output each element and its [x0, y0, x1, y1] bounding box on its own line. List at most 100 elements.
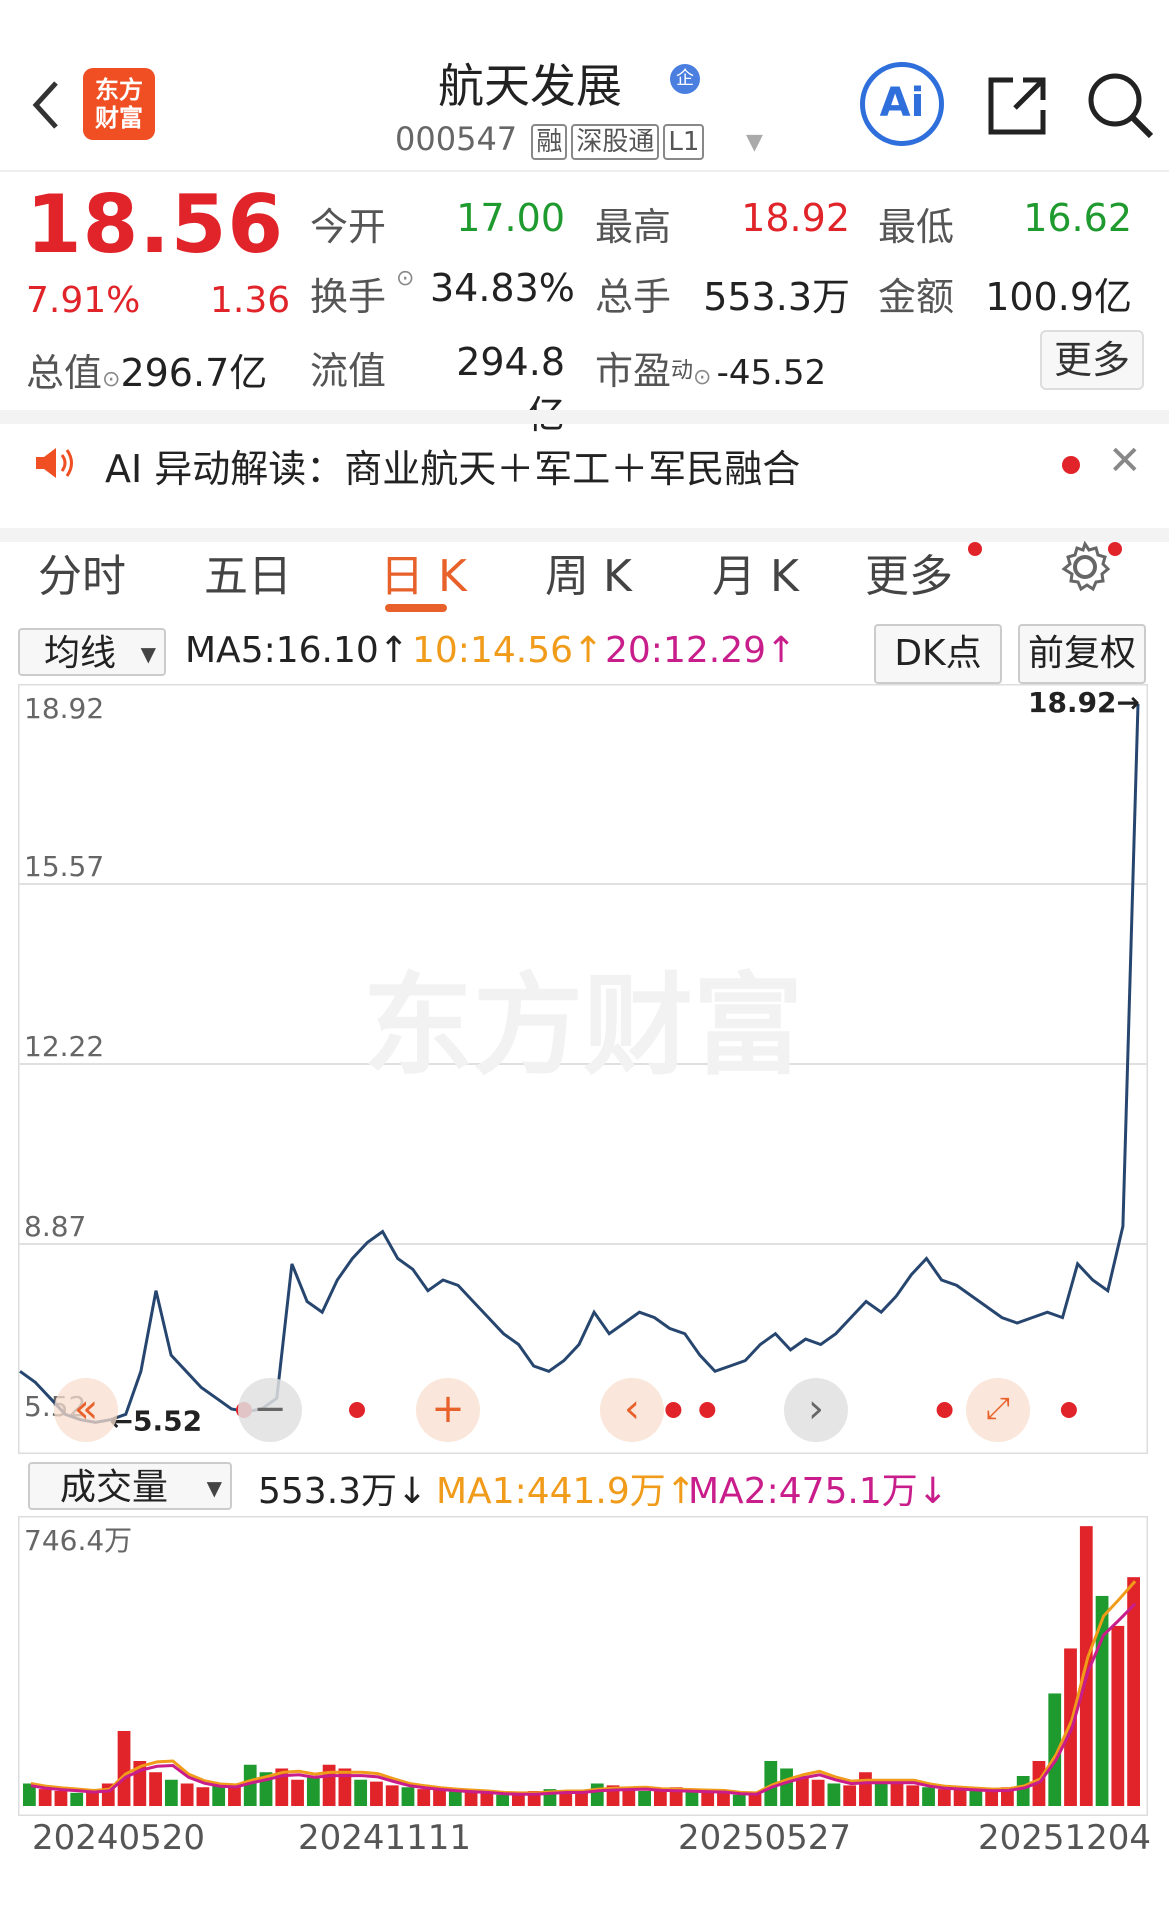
event-dot [936, 1402, 953, 1418]
date-label: 20240520 [32, 1818, 206, 1858]
event-dot [1060, 1402, 1077, 1418]
volume-bar [433, 1789, 446, 1806]
ma-select-label: 均线 [44, 633, 117, 674]
change-percent: 7.91% [26, 280, 141, 321]
ma-select[interactable]: 均线 ▼ [18, 628, 166, 676]
volume-bar [149, 1772, 162, 1806]
price-axis-tick: 8.87 [24, 1210, 86, 1243]
volume-bar [859, 1772, 872, 1806]
volume-bar [922, 1787, 935, 1806]
volume-bar [370, 1781, 383, 1806]
volume-bar [354, 1779, 368, 1806]
ma5-value: MA5:16.10↑ [185, 630, 409, 671]
volume-bar [780, 1768, 793, 1806]
volume-bar [196, 1787, 210, 1806]
volume-bar [890, 1783, 904, 1806]
logo-text-top: 东方 [95, 76, 143, 104]
volume-bar [1095, 1595, 1109, 1806]
volume-bar [906, 1785, 920, 1806]
close-icon[interactable]: ✕ [1108, 438, 1142, 484]
volume-bar [70, 1792, 84, 1806]
watermark: 东方财富 [363, 962, 803, 1090]
adjust-mode-button[interactable]: 前复权 [1018, 624, 1146, 684]
tab-monthly-k[interactable]: 月 K [712, 540, 799, 604]
tab-daily-k[interactable]: 日 K [380, 540, 467, 604]
more-quote-button[interactable]: 更多 [1040, 330, 1144, 390]
amount-value: 100.9亿 [985, 275, 1132, 319]
volume-bar [937, 1789, 951, 1806]
volume-bar [622, 1789, 636, 1806]
volume-bar [306, 1775, 320, 1806]
settings-button[interactable] [1058, 540, 1112, 598]
amount-label: 金额 [878, 275, 955, 319]
back-button[interactable] [30, 78, 60, 142]
tag-sz-connect: 深股通 [571, 124, 660, 160]
volume-bar [417, 1789, 431, 1806]
volume-bar [638, 1790, 651, 1806]
search-icon [1088, 73, 1154, 139]
volume-ma2: MA2:475.1万↓ [688, 1471, 948, 1512]
total-value-label: 总值 [26, 351, 103, 395]
stock-code-row: 000547 融深股通 L1 [395, 120, 705, 160]
volume-bar [1064, 1648, 1077, 1806]
tab-more-dot [968, 542, 982, 556]
price-chart[interactable]: 18.9215.5712.228.875.52东方财富←5.5218.92→ [18, 684, 1148, 1454]
volume-bar [180, 1783, 194, 1806]
tab-weekly-k[interactable]: 周 K [545, 540, 632, 604]
info-icon[interactable]: ⊙ [396, 266, 414, 291]
volume-bar [827, 1783, 841, 1806]
stock-code: 000547 [395, 120, 518, 158]
share-button[interactable] [985, 72, 1051, 142]
volume-indicator-select[interactable]: 成交量 ▼ [28, 1462, 232, 1510]
tab-five-day[interactable]: 五日 [204, 540, 292, 604]
share-icon [988, 77, 1046, 135]
info-icon[interactable]: ⊙ [102, 367, 120, 392]
unread-dot [1062, 456, 1080, 474]
date-label: 20241111 [298, 1818, 472, 1858]
low-label: 最低 [878, 205, 955, 249]
volume-bar [1016, 1775, 1030, 1806]
fullscreen-button[interactable]: ⤢ [966, 1378, 1030, 1442]
zoom-in-button[interactable]: + [416, 1378, 480, 1442]
total-value: 296.7亿 [120, 351, 268, 395]
scroll-right-button[interactable]: › [784, 1378, 848, 1442]
high-label: 最高 [595, 205, 672, 249]
pe-dynamic-mark: 动 [671, 358, 694, 384]
scroll-left-fast-button[interactable]: « [54, 1378, 118, 1442]
zoom-out-button[interactable]: − [238, 1378, 302, 1442]
chevron-down-icon[interactable]: ▼ [746, 130, 763, 155]
volume-bar [480, 1792, 494, 1806]
date-axis: 20240520 20241111 20250527 20251204 [0, 1818, 1169, 1878]
high-value: 18.92 [741, 196, 850, 240]
turnover-value: 34.83% [430, 266, 575, 310]
enterprise-badge: 企 [670, 64, 700, 94]
chevron-left-icon [32, 81, 58, 129]
volume-bar [385, 1785, 399, 1806]
scroll-left-button[interactable]: ‹ [600, 1378, 664, 1442]
ma20-value: 20:12.29↑ [605, 630, 797, 671]
app-logo: 东方 财富 [83, 68, 155, 140]
ai-assistant-button[interactable]: Ai [860, 62, 944, 146]
tab-more[interactable]: 更多 [865, 540, 953, 604]
volume-bar [496, 1794, 510, 1806]
event-dot [665, 1402, 682, 1418]
info-icon[interactable]: ⊙ [693, 365, 711, 390]
dk-point-button[interactable]: DK点 [874, 624, 1002, 684]
volume-max-label: 746.4万 [24, 1524, 132, 1557]
search-button[interactable] [1085, 70, 1155, 144]
ai-insight-text[interactable]: AI 异动解读：商业航天＋军工＋军民融合 [105, 438, 800, 493]
volume-select-label: 成交量 [60, 1467, 169, 1508]
pe-label: 市盈 [595, 349, 672, 393]
logo-text-bottom: 财富 [95, 104, 143, 132]
volume-bar [54, 1790, 68, 1806]
tab-intraday[interactable]: 分时 [38, 540, 126, 604]
open-value: 17.00 [456, 196, 565, 240]
caret-down-icon: ▼ [206, 1476, 222, 1500]
gear-icon [1061, 540, 1111, 592]
pe-row: 市盈动⊙ -45.52 [595, 340, 826, 395]
volume-chart[interactable]: 746.4万 [18, 1516, 1148, 1816]
volume-bar [1111, 1625, 1125, 1806]
volume-ma1: MA1:441.9万↑ [436, 1471, 696, 1512]
volume-ma2-line [30, 1602, 1137, 1796]
volume-value: 553.3万 [703, 275, 850, 319]
